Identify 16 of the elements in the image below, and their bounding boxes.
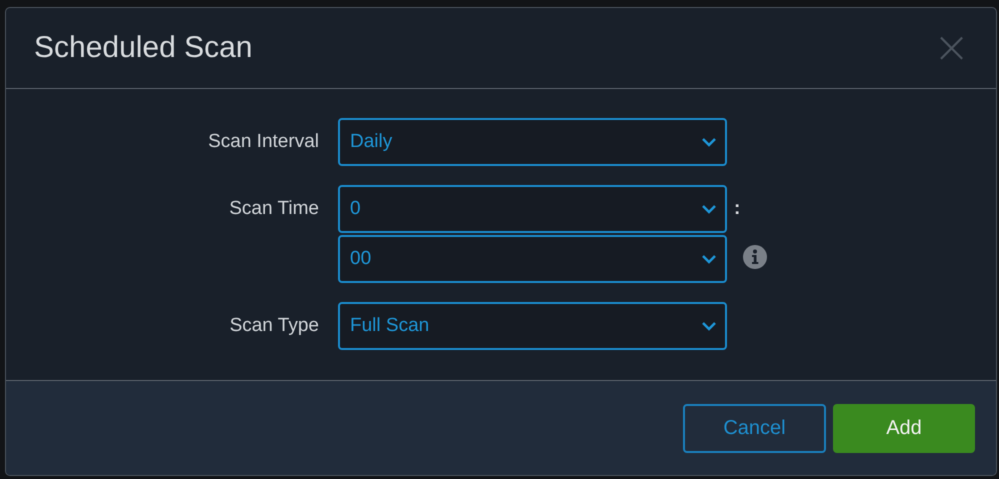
- field-label: Scan Type: [230, 314, 319, 338]
- info-icon[interactable]: [742, 244, 768, 270]
- field-label: Scan Time: [229, 197, 319, 221]
- chevron-down-icon: [701, 137, 717, 147]
- cancel-button[interactable]: Cancel: [683, 404, 826, 452]
- chevron-down-icon: [701, 254, 717, 264]
- chevron-down-icon: [701, 204, 717, 214]
- chevron-down-icon: [701, 321, 717, 331]
- dialog-title: Scheduled Scan: [34, 31, 252, 65]
- dropdown-select[interactable]: 00: [338, 235, 727, 283]
- dropdown-select[interactable]: Full Scan: [338, 302, 727, 350]
- add-button[interactable]: Add: [833, 404, 975, 452]
- dropdown-select[interactable]: 0: [338, 185, 727, 233]
- time-separator: :: [734, 197, 742, 221]
- field-label: Scan Interval: [208, 130, 319, 154]
- dropdown-select[interactable]: Daily: [338, 118, 727, 166]
